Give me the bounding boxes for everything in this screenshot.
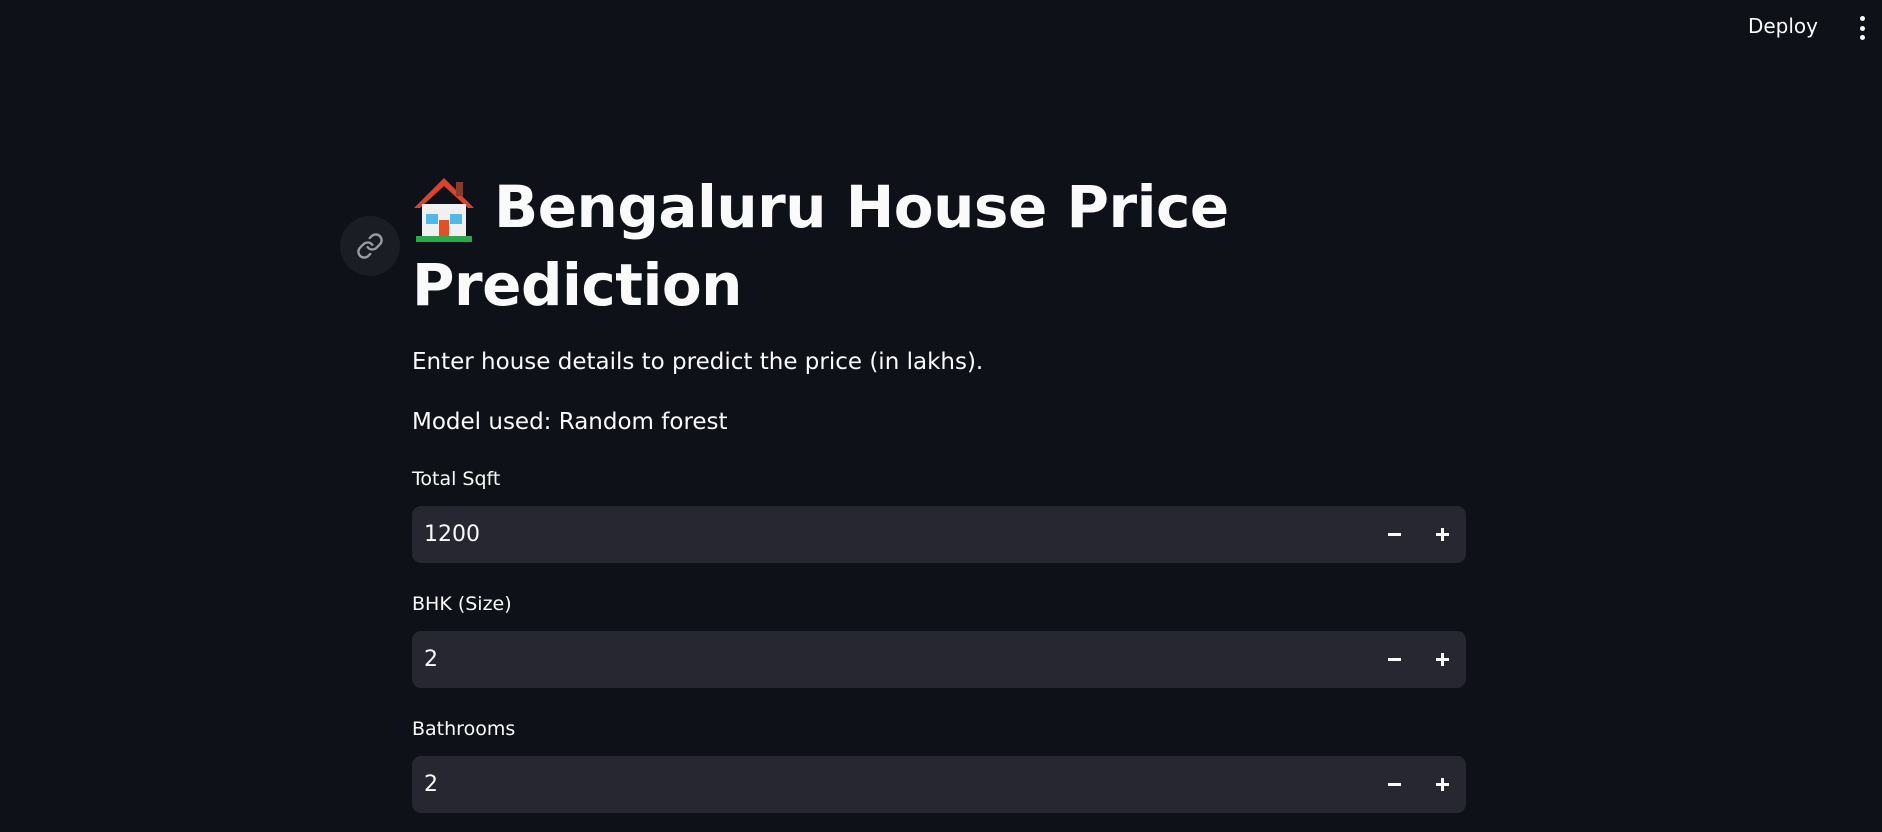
- number-input: [412, 505, 1466, 564]
- decrement-button[interactable]: [1370, 631, 1418, 688]
- house-emoji-icon: [412, 174, 476, 244]
- top-bar: Deploy: [0, 0, 1882, 58]
- page-title-text: Bengaluru House Price Prediction: [412, 173, 1229, 319]
- number-input: [412, 630, 1466, 689]
- app-root: Deploy Bengaluru House Price Prediction …: [0, 0, 1882, 832]
- increment-button[interactable]: [1418, 631, 1466, 688]
- field-bhk: BHK (Size): [412, 591, 1468, 689]
- minus-icon: [1387, 658, 1401, 661]
- main-content: Bengaluru House Price Prediction Enter h…: [412, 168, 1468, 814]
- number-input: [412, 755, 1466, 814]
- decrement-button[interactable]: [1370, 756, 1418, 813]
- menu-dot: [1859, 16, 1865, 21]
- link-icon[interactable]: [340, 216, 400, 276]
- field-label: Total Sqft: [412, 468, 501, 490]
- minus-icon: [1387, 783, 1401, 786]
- field-total-sqft: Total Sqft: [412, 466, 1468, 564]
- field-label: Bathrooms: [412, 718, 516, 740]
- model-text: Model used: Random forest: [412, 409, 728, 435]
- description-text: Enter house details to predict the price…: [412, 349, 984, 375]
- bathrooms-input[interactable]: [412, 755, 1370, 814]
- field-bathrooms: Bathrooms: [412, 716, 1468, 814]
- bhk-input[interactable]: [412, 630, 1370, 689]
- increment-button[interactable]: [1418, 756, 1466, 813]
- increment-button[interactable]: [1418, 506, 1466, 563]
- menu-dot: [1859, 35, 1865, 40]
- deploy-button[interactable]: Deploy: [1748, 14, 1818, 38]
- decrement-button[interactable]: [1370, 506, 1418, 563]
- more-vertical-icon[interactable]: [1854, 16, 1870, 40]
- minus-icon: [1387, 533, 1401, 536]
- field-label: BHK (Size): [412, 593, 512, 615]
- total-sqft-input[interactable]: [412, 505, 1370, 564]
- menu-dot: [1859, 25, 1865, 31]
- page-title: Bengaluru House Price Prediction: [412, 168, 1272, 324]
